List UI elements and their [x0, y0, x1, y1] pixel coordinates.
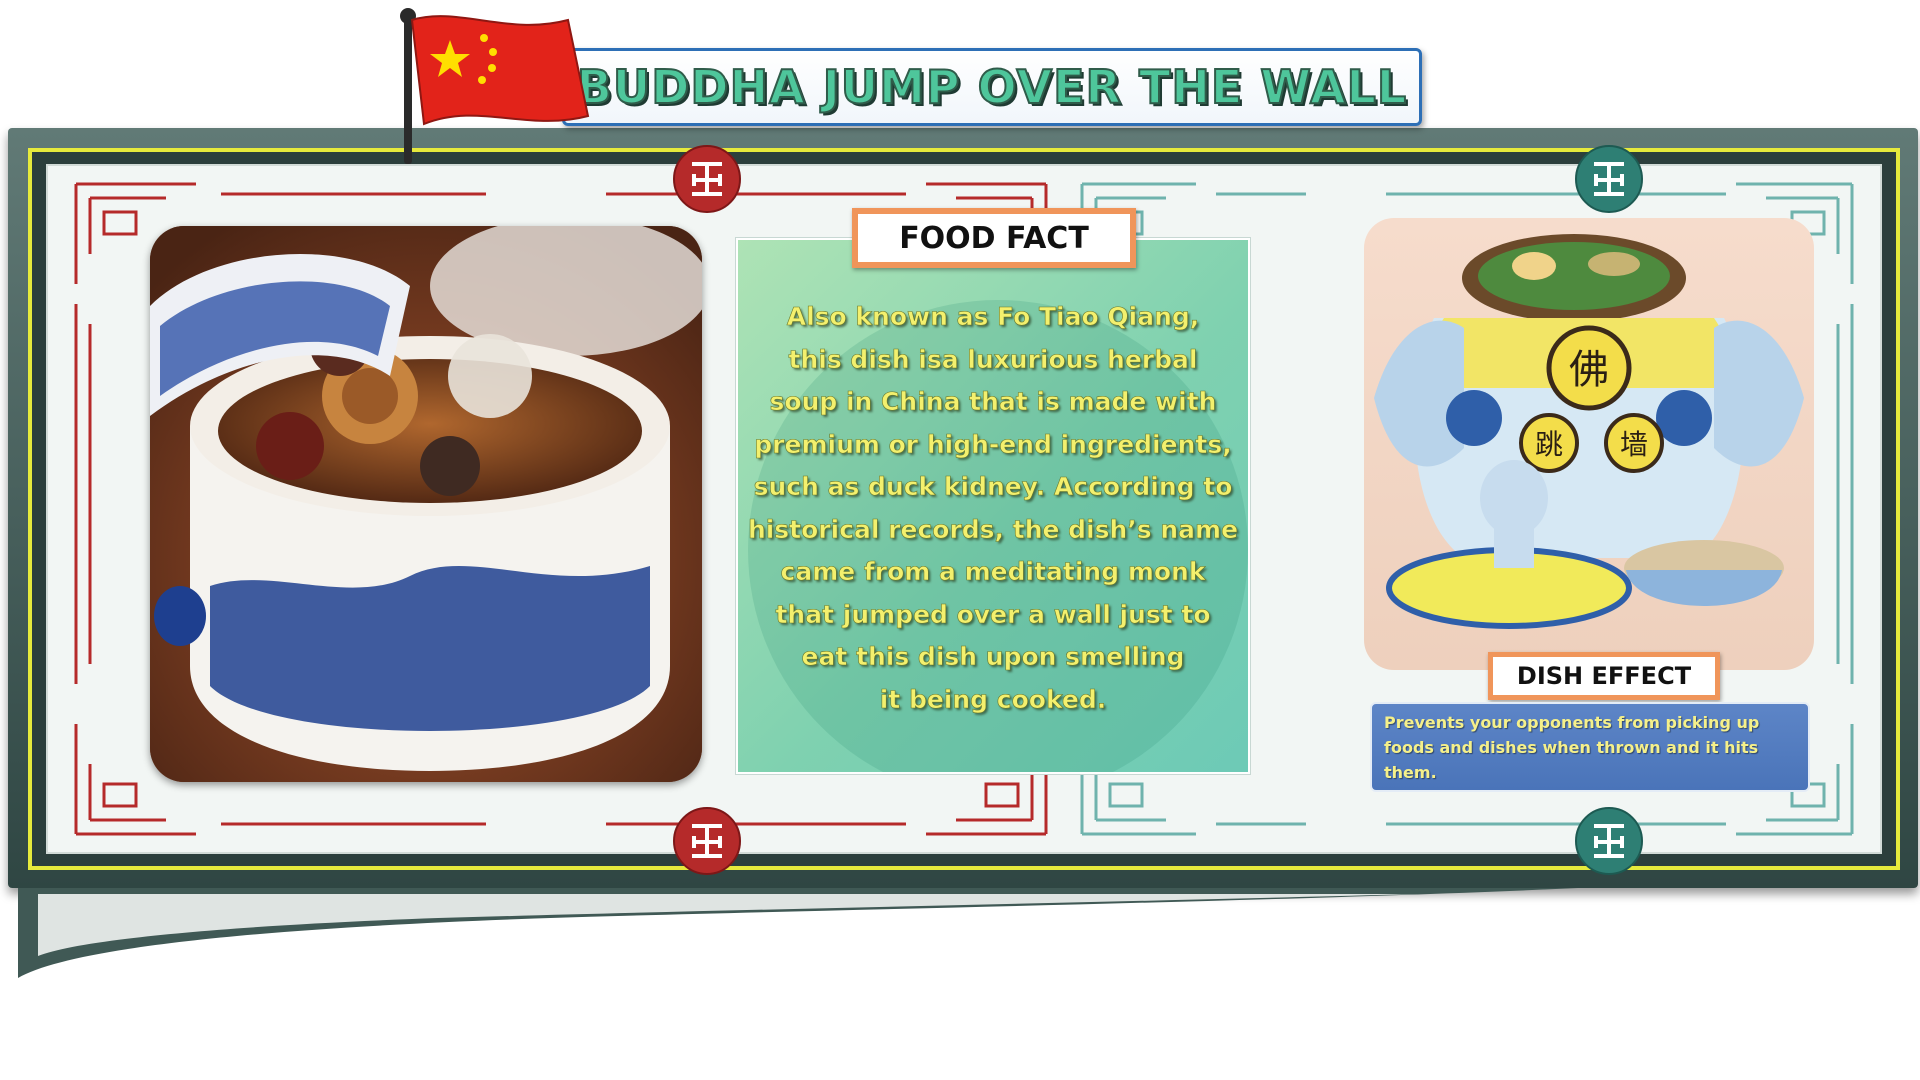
- food-fact-box: Also known as Fo Tiao Qiang, this dish i…: [735, 237, 1251, 775]
- medallion-top-teal-icon: [1575, 145, 1643, 213]
- food-fact-line: came from a meditating monk: [780, 557, 1206, 587]
- food-fact-line: that jumped over a wall just to: [775, 599, 1211, 629]
- medallion-bottom-teal-icon: [1575, 807, 1643, 875]
- medallion-top-red-icon: [673, 145, 741, 213]
- dish-char-3: 墙: [1620, 428, 1648, 461]
- food-fact-line: this dish isa luxurious herbal: [788, 344, 1198, 374]
- dish-illustration-art: 佛 跳 墙: [1374, 234, 1804, 629]
- food-fact-line: soup in China that is made with: [769, 387, 1217, 417]
- food-fact-line: such as duck kidney. According to: [753, 472, 1233, 502]
- food-fact-line: premium or high-end ingredients,: [754, 429, 1232, 459]
- dish-effect-label: DISH EFFECT: [1488, 652, 1720, 700]
- food-fact-line: eat this dish upon smelling: [801, 642, 1185, 672]
- china-flag-icon: [400, 8, 590, 164]
- board-curl: [18, 888, 1578, 978]
- dish-photo: [150, 226, 702, 782]
- medallion-bottom-red-icon: [673, 807, 741, 875]
- food-fact-line: it being cooked.: [879, 684, 1107, 714]
- page-title: BUDDHA JUMP OVER THE WALL: [576, 59, 1408, 115]
- dish-photo-illustration: [150, 226, 702, 782]
- dish-char-1: 佛: [1569, 347, 1609, 393]
- food-fact-line: Also known as Fo Tiao Qiang,: [786, 302, 1200, 332]
- food-fact-label: FOOD FACT: [852, 208, 1136, 268]
- dish-illustration: 佛 跳 墙: [1364, 218, 1814, 670]
- title-banner: BUDDHA JUMP OVER THE WALL: [562, 48, 1422, 126]
- dish-effect-box: Prevents your opponents from picking up …: [1370, 702, 1810, 792]
- dish-effect-text: Prevents your opponents from picking up …: [1384, 713, 1760, 782]
- food-fact-text: Also known as Fo Tiao Qiang, this dish i…: [738, 296, 1248, 721]
- food-fact-line: historical records, the dish’s name: [747, 514, 1239, 544]
- dish-char-2: 跳: [1535, 428, 1563, 461]
